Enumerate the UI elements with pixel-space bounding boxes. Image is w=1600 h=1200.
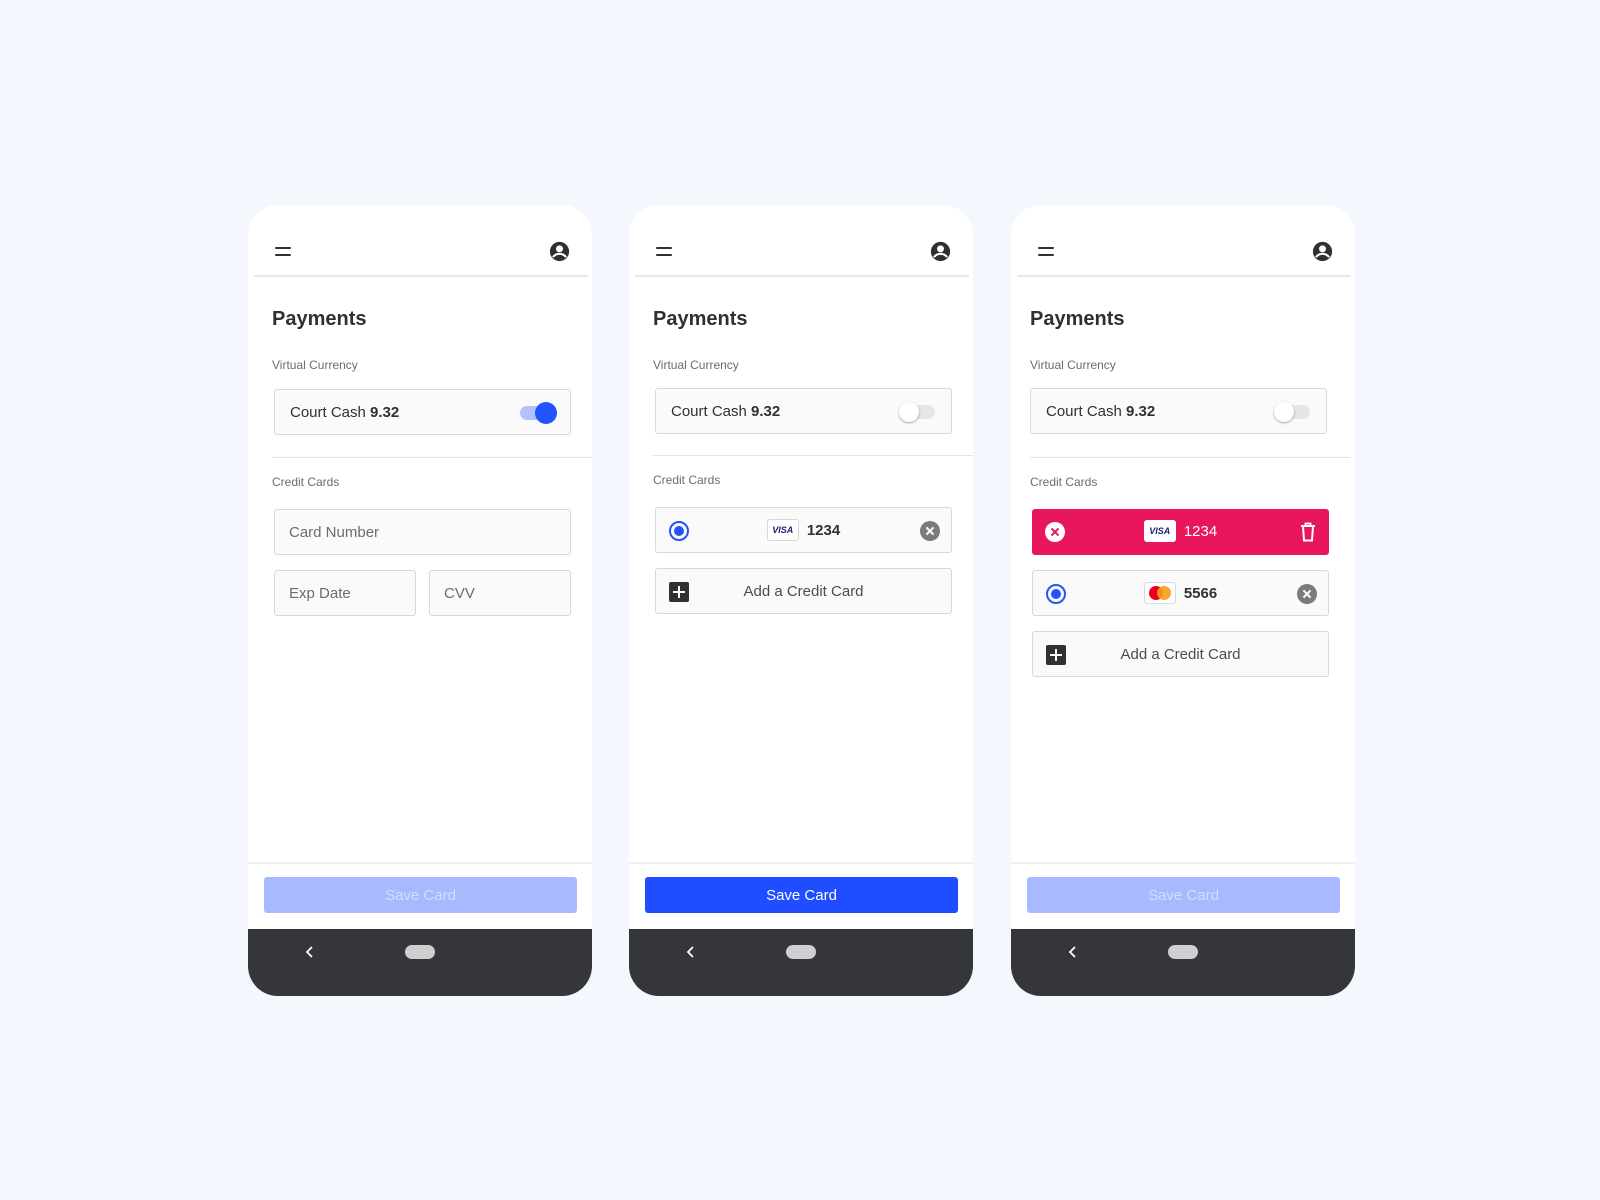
- page-title: Payments: [1030, 308, 1125, 330]
- toggle-thumb: [899, 402, 919, 422]
- add-credit-card-label: Add a Credit Card: [1120, 646, 1241, 663]
- home-pill-icon[interactable]: [786, 945, 816, 959]
- app-bar: [254, 205, 588, 277]
- court-cash-toggle[interactable]: [518, 402, 557, 424]
- credit-cards-label: Credit Cards: [272, 475, 340, 489]
- currency-balance: Court Cash 9.32: [1046, 403, 1155, 420]
- card-last4: 1234: [806, 521, 841, 539]
- currency-amount: 9.32: [1126, 403, 1156, 420]
- account-circle-icon[interactable]: [549, 241, 570, 262]
- hamburger-menu-icon[interactable]: [1038, 247, 1054, 256]
- virtual-currency-label: Virtual Currency: [653, 358, 739, 372]
- currency-name: Court Cash: [290, 404, 366, 421]
- virtual-currency-row: Court Cash 9.32: [274, 389, 571, 435]
- add-credit-card-button[interactable]: Add a Credit Card: [655, 568, 952, 614]
- mastercard-logo-icon: [1143, 582, 1176, 604]
- card-info: VISA 1234: [656, 519, 951, 541]
- section-divider: [653, 455, 973, 456]
- save-card-button[interactable]: Save Card: [1027, 877, 1340, 913]
- page-title: Payments: [272, 308, 367, 330]
- home-pill-icon[interactable]: [405, 945, 435, 959]
- currency-name: Court Cash: [1046, 403, 1122, 420]
- system-nav-bar: [1011, 929, 1355, 996]
- card-number-input[interactable]: Card Number: [274, 509, 571, 555]
- card-number-placeholder: Card Number: [289, 524, 380, 541]
- virtual-currency-label: Virtual Currency: [272, 358, 358, 372]
- hamburger-menu-icon[interactable]: [275, 247, 291, 256]
- court-cash-toggle[interactable]: [899, 402, 937, 422]
- virtual-currency-label: Virtual Currency: [1030, 358, 1116, 372]
- card-last4: 1234: [1183, 522, 1218, 540]
- system-nav-bar: [248, 929, 592, 996]
- currency-balance: Court Cash 9.32: [671, 403, 780, 420]
- visa-logo-icon: VISA: [1143, 520, 1176, 542]
- account-circle-icon[interactable]: [1312, 241, 1333, 262]
- toggle-thumb: [535, 402, 557, 424]
- section-divider: [1030, 457, 1350, 458]
- saved-card-row[interactable]: VISA 1234: [655, 507, 952, 553]
- footer-divider: [1011, 862, 1355, 864]
- court-cash-toggle[interactable]: [1274, 402, 1312, 422]
- phone-screen-saved-card: Payments Virtual Currency Court Cash 9.3…: [629, 205, 973, 996]
- currency-amount: 9.32: [370, 404, 400, 421]
- exp-date-input[interactable]: Exp Date: [274, 570, 416, 616]
- close-circle-icon[interactable]: [920, 521, 940, 541]
- chevron-left-icon[interactable]: [1066, 945, 1080, 959]
- footer-divider: [248, 862, 592, 864]
- phone-screen-add-card-form: Payments Virtual Currency Court Cash 9.3…: [248, 205, 592, 996]
- section-divider: [272, 457, 592, 458]
- footer-divider: [629, 862, 973, 864]
- close-circle-icon[interactable]: [1297, 584, 1317, 604]
- add-credit-card-label: Add a Credit Card: [743, 583, 864, 600]
- chevron-left-icon[interactable]: [303, 945, 317, 959]
- mastercard-circles: [1148, 586, 1171, 600]
- toggle-thumb: [1274, 402, 1294, 422]
- credit-cards-label: Credit Cards: [1030, 475, 1098, 489]
- cvv-input[interactable]: CVV: [429, 570, 571, 616]
- trash-icon[interactable]: [1299, 521, 1317, 543]
- home-pill-icon[interactable]: [1168, 945, 1198, 959]
- credit-cards-label: Credit Cards: [653, 473, 721, 487]
- system-nav-bar: [629, 929, 973, 996]
- card-info: VISA 1234: [1032, 520, 1329, 542]
- currency-amount: 9.32: [751, 403, 781, 420]
- exp-date-placeholder: Exp Date: [289, 585, 351, 602]
- app-bar: [1017, 205, 1351, 277]
- virtual-currency-row: Court Cash 9.32: [1030, 388, 1327, 434]
- saved-card-row[interactable]: 5566: [1032, 570, 1329, 616]
- currency-name: Court Cash: [671, 403, 747, 420]
- add-credit-card-button[interactable]: Add a Credit Card: [1032, 631, 1329, 677]
- phone-screen-delete-card: Payments Virtual Currency Court Cash 9.3…: [1011, 205, 1355, 996]
- page-title: Payments: [653, 308, 748, 330]
- card-info: 5566: [1033, 582, 1328, 604]
- card-last4: 5566: [1183, 584, 1218, 602]
- save-card-button[interactable]: Save Card: [645, 877, 958, 913]
- currency-balance: Court Cash 9.32: [290, 404, 399, 421]
- swiped-card-row[interactable]: VISA 1234: [1032, 509, 1329, 555]
- chevron-left-icon[interactable]: [684, 945, 698, 959]
- app-bar: [635, 205, 969, 277]
- visa-logo-icon: VISA: [766, 519, 799, 541]
- save-card-button[interactable]: Save Card: [264, 877, 577, 913]
- cvv-placeholder: CVV: [444, 585, 475, 602]
- hamburger-menu-icon[interactable]: [656, 247, 672, 256]
- account-circle-icon[interactable]: [930, 241, 951, 262]
- virtual-currency-row: Court Cash 9.32: [655, 388, 952, 434]
